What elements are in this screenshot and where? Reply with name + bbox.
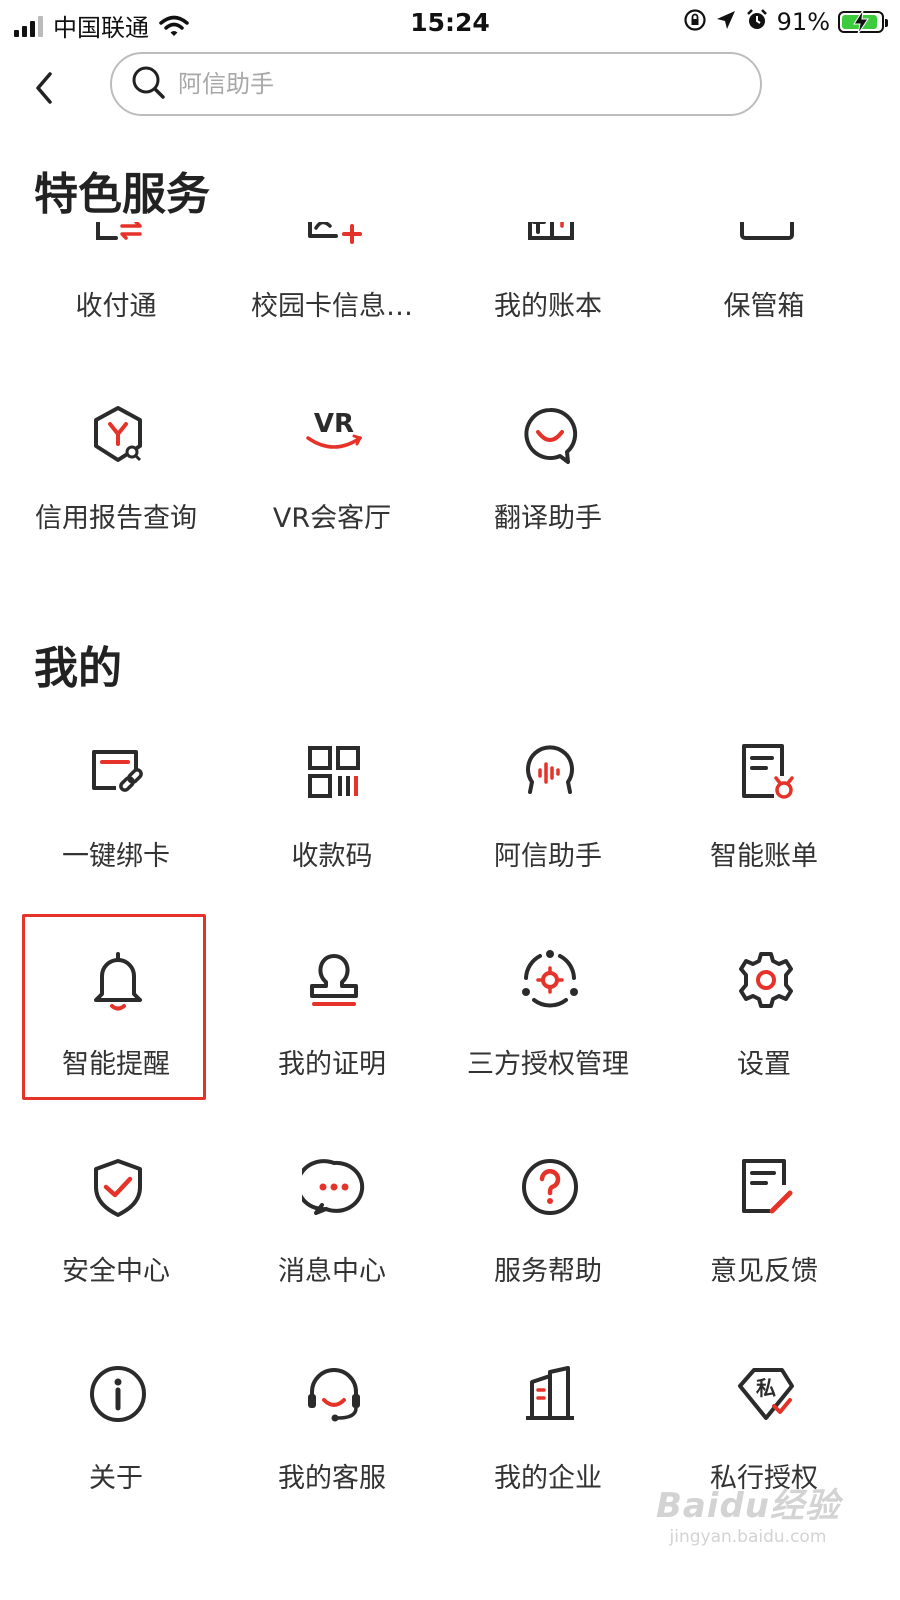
back-arrow-icon bbox=[36, 72, 52, 104]
stamp-icon bbox=[310, 954, 358, 1006]
tile-label: 智能账单 bbox=[710, 841, 818, 872]
watermark-url: jingyan.baidu.com bbox=[669, 1527, 827, 1547]
gear-icon bbox=[739, 952, 793, 1008]
search-box[interactable] bbox=[110, 52, 762, 116]
vr-icon: VR bbox=[306, 409, 363, 449]
tile-label: 安全中心 bbox=[62, 1256, 170, 1287]
tile-label: 我的企业 bbox=[494, 1463, 602, 1494]
tile-label: 收款码 bbox=[291, 841, 373, 872]
tile-label: 收付通 bbox=[75, 291, 157, 322]
shield-icon bbox=[94, 1159, 142, 1217]
featured-row-1-clipped: 收付通 校园卡信息… 我的账本 保管箱 bbox=[0, 222, 900, 352]
top-bar bbox=[0, 50, 900, 122]
tile-label: 校园卡信息… bbox=[251, 291, 413, 322]
smart-bill-icon bbox=[742, 744, 794, 799]
bind-card-icon bbox=[92, 750, 143, 792]
tile-label: 意见反馈 bbox=[710, 1256, 818, 1287]
tile-label: 我的账本 bbox=[494, 291, 602, 322]
search-input[interactable] bbox=[176, 69, 740, 99]
feedback-icon bbox=[742, 1159, 793, 1214]
tile-label: 消息中心 bbox=[278, 1256, 386, 1287]
rotation-lock-icon bbox=[683, 8, 707, 36]
watermark: Baidu经验 jingyan.baidu.com bbox=[656, 1478, 840, 1547]
qr-code-icon bbox=[308, 746, 360, 798]
tile-label: 阿信助手 bbox=[494, 841, 602, 872]
transfer-icon bbox=[96, 222, 142, 240]
safe-box-icon bbox=[740, 222, 794, 240]
search-icon bbox=[130, 64, 166, 104]
status-right: 91% bbox=[683, 8, 888, 36]
section-title-mine: 我的 bbox=[34, 643, 122, 694]
campus-card-icon bbox=[308, 222, 362, 244]
tile-label: 一键绑卡 bbox=[62, 841, 170, 872]
credit-report-icon bbox=[94, 406, 142, 462]
info-icon bbox=[90, 1366, 146, 1422]
private-auth-icon: 私 bbox=[738, 1368, 794, 1420]
alarm-icon bbox=[745, 8, 769, 36]
battery-percent: 91% bbox=[776, 8, 830, 36]
authorization-icon bbox=[522, 950, 578, 1008]
watermark-brand: Baidu经验 bbox=[655, 1486, 840, 1526]
ledger-icon bbox=[528, 222, 574, 240]
tile-label: 我的证明 bbox=[278, 1049, 386, 1080]
tile-label: 三方授权管理 bbox=[467, 1049, 629, 1080]
tile-label: 关于 bbox=[89, 1463, 143, 1494]
battery-icon bbox=[838, 10, 888, 34]
svg-text:私: 私 bbox=[756, 1376, 776, 1400]
tile-label: 设置 bbox=[737, 1049, 791, 1080]
voice-assistant-icon bbox=[526, 745, 574, 794]
location-icon bbox=[715, 9, 737, 35]
headset-icon bbox=[308, 1368, 360, 1422]
message-icon bbox=[302, 1159, 365, 1215]
tile-label: 我的客服 bbox=[278, 1463, 386, 1494]
tile-label: 翻译助手 bbox=[494, 503, 602, 534]
tile-label: 保管箱 bbox=[723, 291, 805, 322]
highlight-box bbox=[22, 914, 206, 1100]
help-icon bbox=[522, 1159, 578, 1215]
tile-label: 信用报告查询 bbox=[35, 503, 197, 534]
building-icon bbox=[526, 1366, 574, 1420]
back-button[interactable] bbox=[30, 68, 60, 108]
translate-icon bbox=[524, 407, 578, 464]
status-bar: 中国联通 15:24 91% bbox=[0, 0, 900, 46]
section-title-featured: 特色服务 bbox=[34, 169, 210, 220]
tile-label: VR会客厅 bbox=[272, 503, 392, 534]
svg-text:VR: VR bbox=[314, 409, 354, 439]
tile-label: 服务帮助 bbox=[494, 1256, 602, 1287]
